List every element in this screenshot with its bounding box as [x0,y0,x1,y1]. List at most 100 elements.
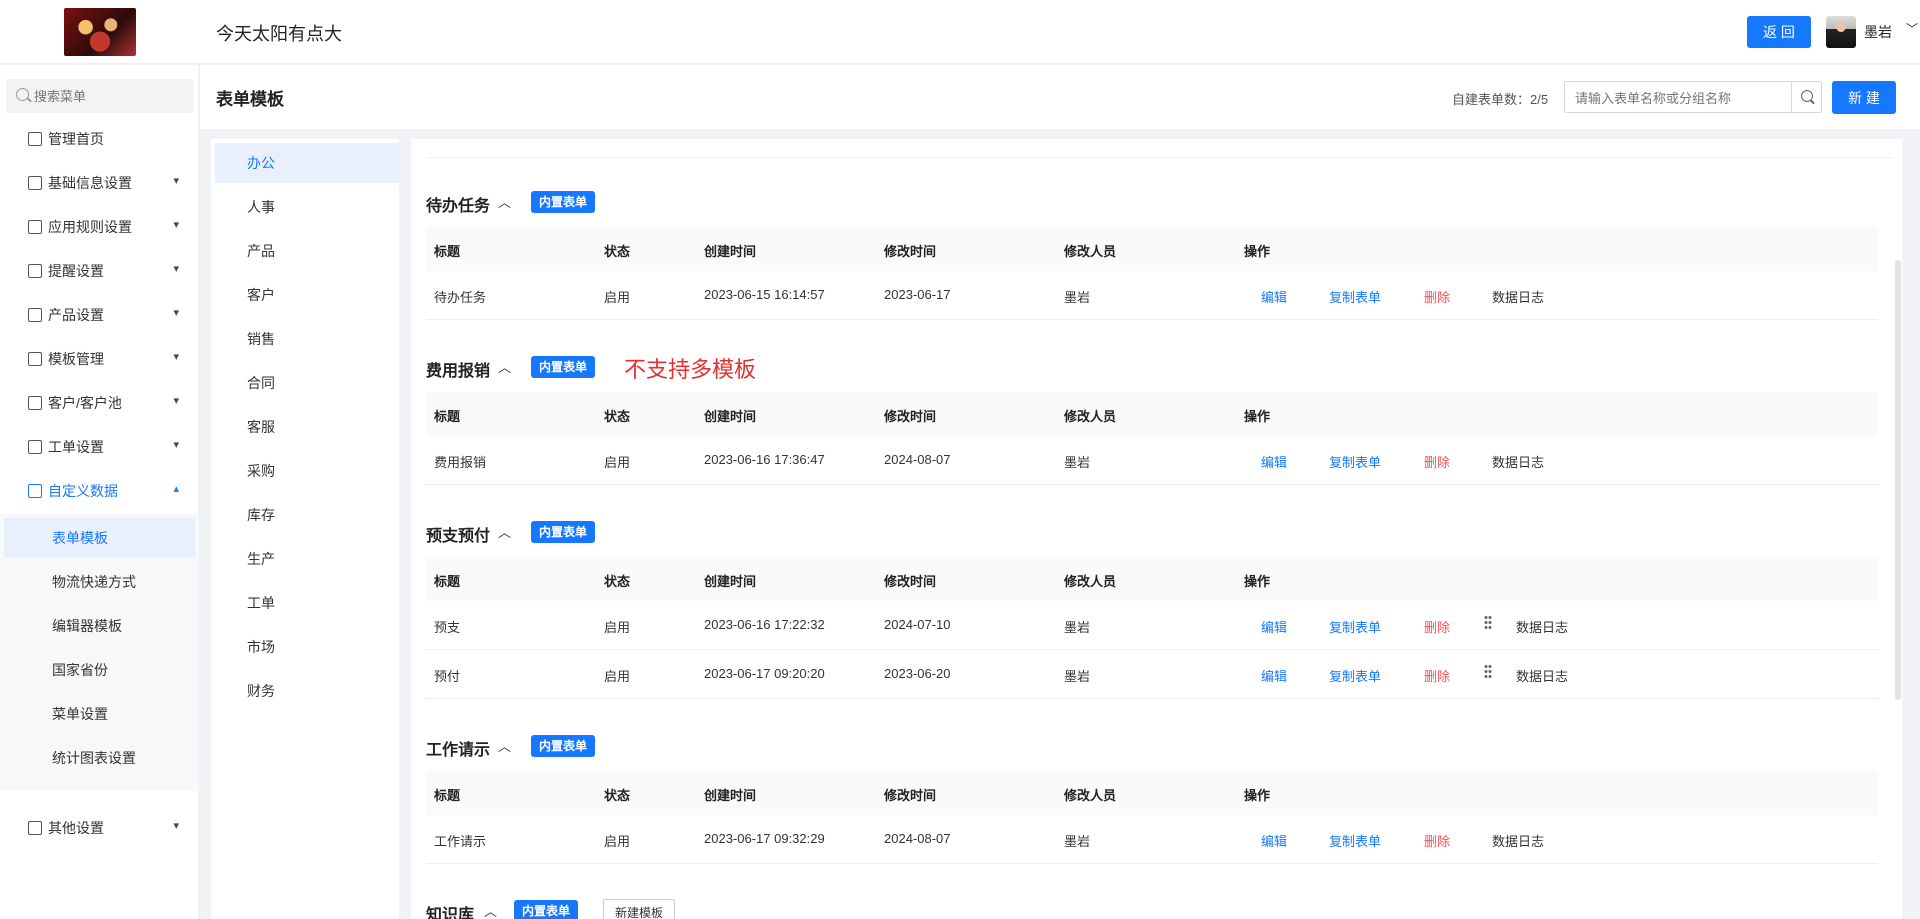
category-item[interactable]: 客服 [215,407,399,447]
collapse-icon[interactable]: ︿ [498,522,511,541]
search-icon[interactable] [1791,82,1821,112]
user-name[interactable]: 墨岩 [1864,22,1892,42]
edit-link[interactable]: 编辑 [1261,287,1287,306]
section-title: 待办任务 [426,198,491,215]
data-log-link[interactable]: 数据日志 [1516,666,1568,685]
copy-form-link[interactable]: 复制表单 [1329,666,1381,685]
home-icon [28,132,42,146]
category-item[interactable]: 办公 [215,143,399,183]
cell-modified: 2024-07-10 [884,617,951,632]
table-header: 标题 状态 创建时间 修改时间 修改人员 操作 [426,227,1878,271]
form-search-input[interactable] [1575,88,1785,108]
category-item[interactable]: 财务 [215,671,399,711]
divider [427,157,1893,158]
cell-modified: 2023-06-20 [884,666,951,681]
edit-link[interactable]: 编辑 [1261,452,1287,471]
category-panel: 办公 人事 产品 客户 销售 合同 客服 采购 库存 生产 工单 市场 财务 [211,139,399,919]
back-button[interactable]: 返 回 [1747,16,1811,48]
builtin-tag: 内置表单 [531,735,596,757]
sidebar-item-customers[interactable]: 客户/客户池 ▾ [0,381,199,425]
cell-status: 启用 [604,455,631,470]
cell-created: 2023-06-16 17:36:47 [704,452,825,467]
sidebar-item-custom-data[interactable]: 自定义数据 ▴ [0,469,199,513]
table-row: 待办任务 启用 2023-06-15 16:14:57 2023-06-17 墨… [426,271,1878,320]
category-item[interactable]: 客户 [215,275,399,315]
drag-handle-icon[interactable] [1484,664,1492,680]
table-header: 标题 状态 创建时间 修改时间 修改人员 操作 [426,392,1878,436]
copy-form-link[interactable]: 复制表单 [1329,617,1381,636]
delete-link[interactable]: 删除 [1424,452,1450,471]
sidebar-item-other[interactable]: 其他设置 ▾ [0,806,199,850]
collapse-icon[interactable]: ︿ [484,901,497,919]
sidebar-subitem-chart-settings[interactable]: 统计图表设置 [4,738,195,778]
category-item[interactable]: 市场 [215,627,399,667]
th-actions: 操作 [1244,409,1271,424]
cell-modified: 2023-06-17 [884,287,951,302]
sidebar-subitem-menu-settings[interactable]: 菜单设置 [4,694,195,734]
drag-handle-icon[interactable] [1484,615,1492,631]
new-form-button[interactable]: 新 建 [1832,81,1896,114]
delete-link[interactable]: 删除 [1424,831,1450,850]
sidebar-item-home[interactable]: 管理首页 [0,117,199,161]
category-item[interactable]: 人事 [215,187,399,227]
category-item[interactable]: 采购 [215,451,399,491]
sidebar-item-tickets[interactable]: 工单设置 ▾ [0,425,199,469]
sidebar-subitem-logistics[interactable]: 物流快递方式 [4,562,195,602]
sidebar-subitem-editor-templates[interactable]: 编辑器模板 [4,606,195,646]
grid-icon [28,821,42,835]
category-item[interactable]: 工单 [215,583,399,623]
cell-created: 2023-06-15 16:14:57 [704,287,825,302]
category-item[interactable]: 销售 [215,319,399,359]
cell-title: 工作请示 [434,834,487,849]
cell-title: 费用报销 [434,455,487,470]
data-log-link[interactable]: 数据日志 [1516,617,1568,636]
cube-icon [28,176,42,190]
sidebar-item-reminders[interactable]: 提醒设置 ▾ [0,249,199,293]
menu-search-input[interactable] [34,85,184,107]
th-status: 状态 [604,788,631,803]
edit-link[interactable]: 编辑 [1261,831,1287,850]
logo-image[interactable] [64,8,136,56]
new-template-button[interactable]: 新建模板 [603,899,675,919]
category-item[interactable]: 库存 [215,495,399,535]
chevron-down-icon[interactable]: ﹀ [1906,20,1918,37]
th-modified: 修改时间 [884,788,937,803]
builtin-tag: 内置表单 [531,521,596,543]
delete-link[interactable]: 删除 [1424,287,1450,306]
delete-link[interactable]: 删除 [1424,617,1450,636]
ticket-icon [28,440,42,454]
table-row: 预支 启用 2023-06-16 17:22:32 2024-07-10 墨岩 … [426,601,1878,650]
sidebar-subitem-form-templates[interactable]: 表单模板 [4,518,195,558]
copy-form-link[interactable]: 复制表单 [1329,287,1381,306]
form-quota: 自建表单数：2/5 [1452,92,1549,107]
collapse-icon[interactable]: ︿ [498,357,511,376]
avatar[interactable] [1826,16,1856,48]
sidebar-item-basic-info[interactable]: 基础信息设置 ▾ [0,161,199,205]
sidebar-subitem-regions[interactable]: 国家省份 [4,650,195,690]
cell-title: 预付 [434,669,461,684]
chevron-down-icon: ▾ [173,439,179,451]
data-log-link[interactable]: 数据日志 [1492,287,1544,306]
cell-title: 待办任务 [434,290,487,305]
collapse-icon[interactable]: ︿ [498,736,511,755]
data-log-link[interactable]: 数据日志 [1492,452,1544,471]
scrollbar[interactable] [1895,260,1901,700]
edit-link[interactable]: 编辑 [1261,666,1287,685]
th-status: 状态 [604,574,631,589]
sidebar-item-products[interactable]: 产品设置 ▾ [0,293,199,337]
sidebar-item-label: 客户/客户池 [48,395,122,411]
delete-link[interactable]: 删除 [1424,666,1450,685]
cell-created: 2023-06-17 09:32:29 [704,831,825,846]
copy-form-link[interactable]: 复制表单 [1329,831,1381,850]
form-search[interactable] [1564,81,1822,113]
category-item[interactable]: 合同 [215,363,399,403]
edit-link[interactable]: 编辑 [1261,617,1287,636]
category-item[interactable]: 产品 [215,231,399,271]
copy-form-link[interactable]: 复制表单 [1329,452,1381,471]
category-item[interactable]: 生产 [215,539,399,579]
menu-search[interactable] [6,79,194,113]
data-log-link[interactable]: 数据日志 [1492,831,1544,850]
sidebar-item-templates[interactable]: 模板管理 ▾ [0,337,199,381]
sidebar-item-app-rules[interactable]: 应用规则设置 ▾ [0,205,199,249]
collapse-icon[interactable]: ︿ [498,192,511,211]
